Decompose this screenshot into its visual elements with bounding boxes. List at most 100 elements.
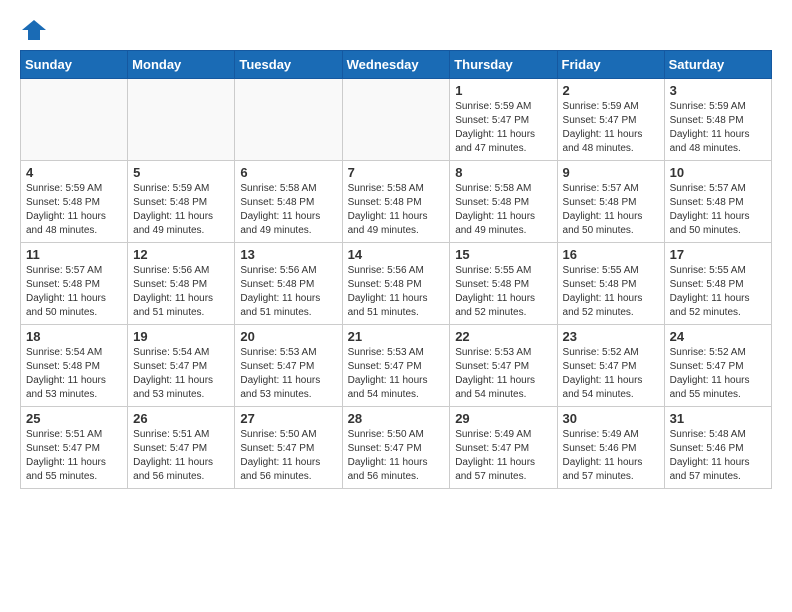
calendar-day-cell: 30 Sunrise: 5:49 AM Sunset: 5:46 PM Dayli… <box>557 407 664 489</box>
day-number: 18 <box>26 329 122 344</box>
day-number: 27 <box>240 411 336 426</box>
calendar-day-cell <box>128 79 235 161</box>
day-info: Sunrise: 5:57 AM Sunset: 5:48 PM Dayligh… <box>670 182 766 238</box>
day-info: Sunrise: 5:49 AM Sunset: 5:47 PM Dayligh… <box>455 428 551 484</box>
day-number: 1 <box>455 83 551 98</box>
day-number: 12 <box>133 247 229 262</box>
day-info: Sunrise: 5:56 AM Sunset: 5:48 PM Dayligh… <box>240 264 336 320</box>
day-info: Sunrise: 5:50 AM Sunset: 5:47 PM Dayligh… <box>348 428 445 484</box>
calendar-day-cell: 7 Sunrise: 5:58 AM Sunset: 5:48 PM Daylig… <box>342 161 450 243</box>
logo-icon <box>22 20 46 40</box>
calendar-day-cell <box>21 79 128 161</box>
day-info: Sunrise: 5:59 AM Sunset: 5:47 PM Dayligh… <box>455 100 551 156</box>
day-number: 16 <box>563 247 659 262</box>
calendar-day-cell <box>235 79 342 161</box>
page-header <box>20 20 772 40</box>
day-info: Sunrise: 5:54 AM Sunset: 5:48 PM Dayligh… <box>26 346 122 402</box>
calendar-day-cell: 6 Sunrise: 5:58 AM Sunset: 5:48 PM Daylig… <box>235 161 342 243</box>
calendar-day-cell: 9 Sunrise: 5:57 AM Sunset: 5:48 PM Daylig… <box>557 161 664 243</box>
calendar-header-row: SundayMondayTuesdayWednesdayThursdayFrid… <box>21 51 772 79</box>
day-info: Sunrise: 5:55 AM Sunset: 5:48 PM Dayligh… <box>455 264 551 320</box>
calendar-day-cell: 28 Sunrise: 5:50 AM Sunset: 5:47 PM Dayli… <box>342 407 450 489</box>
day-number: 13 <box>240 247 336 262</box>
day-info: Sunrise: 5:50 AM Sunset: 5:47 PM Dayligh… <box>240 428 336 484</box>
day-info: Sunrise: 5:51 AM Sunset: 5:47 PM Dayligh… <box>26 428 122 484</box>
day-of-week-header: Monday <box>128 51 235 79</box>
calendar-day-cell: 22Sunrise: 5:53 AM Sunset: 5:47 PM Dayli… <box>450 325 557 407</box>
day-info: Sunrise: 5:59 AM Sunset: 5:48 PM Dayligh… <box>670 100 766 156</box>
day-number: 14 <box>348 247 445 262</box>
calendar-day-cell: 2 Sunrise: 5:59 AM Sunset: 5:47 PM Daylig… <box>557 79 664 161</box>
calendar-week-row: 4 Sunrise: 5:59 AM Sunset: 5:48 PM Daylig… <box>21 161 772 243</box>
day-info: Sunrise: 5:54 AM Sunset: 5:47 PM Dayligh… <box>133 346 229 402</box>
day-of-week-header: Saturday <box>664 51 771 79</box>
calendar-day-cell: 11 Sunrise: 5:57 AM Sunset: 5:48 PM Dayli… <box>21 243 128 325</box>
calendar-day-cell: 13 Sunrise: 5:56 AM Sunset: 5:48 PM Dayli… <box>235 243 342 325</box>
day-info: Sunrise: 5:59 AM Sunset: 5:48 PM Dayligh… <box>133 182 229 238</box>
day-number: 3 <box>670 83 766 98</box>
calendar-day-cell: 8 Sunrise: 5:58 AM Sunset: 5:48 PM Daylig… <box>450 161 557 243</box>
day-info: Sunrise: 5:59 AM Sunset: 5:47 PM Dayligh… <box>563 100 659 156</box>
day-info: Sunrise: 5:58 AM Sunset: 5:48 PM Dayligh… <box>240 182 336 238</box>
day-number: 9 <box>563 165 659 180</box>
day-number: 17 <box>670 247 766 262</box>
calendar-day-cell: 31Sunrise: 5:48 AM Sunset: 5:46 PM Dayli… <box>664 407 771 489</box>
calendar-day-cell: 23Sunrise: 5:52 AM Sunset: 5:47 PM Dayli… <box>557 325 664 407</box>
day-number: 4 <box>26 165 122 180</box>
day-number: 24 <box>670 329 766 344</box>
day-info: Sunrise: 5:59 AM Sunset: 5:48 PM Dayligh… <box>26 182 122 238</box>
calendar-week-row: 11 Sunrise: 5:57 AM Sunset: 5:48 PM Dayli… <box>21 243 772 325</box>
calendar-day-cell: 24 Sunrise: 5:52 AM Sunset: 5:47 PM Dayli… <box>664 325 771 407</box>
day-number: 2 <box>563 83 659 98</box>
calendar-day-cell: 20 Sunrise: 5:53 AM Sunset: 5:47 PM Dayli… <box>235 325 342 407</box>
day-of-week-header: Thursday <box>450 51 557 79</box>
day-number: 22 <box>455 329 551 344</box>
day-info: Sunrise: 5:58 AM Sunset: 5:48 PM Dayligh… <box>455 182 551 238</box>
day-number: 28 <box>348 411 445 426</box>
day-info: Sunrise: 5:55 AM Sunset: 5:48 PM Dayligh… <box>563 264 659 320</box>
day-info: Sunrise: 5:57 AM Sunset: 5:48 PM Dayligh… <box>563 182 659 238</box>
calendar-day-cell: 15Sunrise: 5:55 AM Sunset: 5:48 PM Dayli… <box>450 243 557 325</box>
day-number: 20 <box>240 329 336 344</box>
day-info: Sunrise: 5:57 AM Sunset: 5:48 PM Dayligh… <box>26 264 122 320</box>
calendar-day-cell: 16 Sunrise: 5:55 AM Sunset: 5:48 PM Dayli… <box>557 243 664 325</box>
calendar-day-cell: 12Sunrise: 5:56 AM Sunset: 5:48 PM Dayli… <box>128 243 235 325</box>
calendar-week-row: 25 Sunrise: 5:51 AM Sunset: 5:47 PM Dayli… <box>21 407 772 489</box>
day-number: 29 <box>455 411 551 426</box>
day-info: Sunrise: 5:58 AM Sunset: 5:48 PM Dayligh… <box>348 182 445 238</box>
calendar-day-cell: 3 Sunrise: 5:59 AM Sunset: 5:48 PM Daylig… <box>664 79 771 161</box>
day-number: 8 <box>455 165 551 180</box>
calendar-day-cell: 1 Sunrise: 5:59 AM Sunset: 5:47 PM Daylig… <box>450 79 557 161</box>
day-number: 6 <box>240 165 336 180</box>
day-info: Sunrise: 5:56 AM Sunset: 5:48 PM Dayligh… <box>348 264 445 320</box>
day-number: 26 <box>133 411 229 426</box>
day-info: Sunrise: 5:49 AM Sunset: 5:46 PM Dayligh… <box>563 428 659 484</box>
day-number: 19 <box>133 329 229 344</box>
day-number: 25 <box>26 411 122 426</box>
day-info: Sunrise: 5:53 AM Sunset: 5:47 PM Dayligh… <box>348 346 445 402</box>
calendar-table: SundayMondayTuesdayWednesdayThursdayFrid… <box>20 50 772 489</box>
calendar-day-cell: 19 Sunrise: 5:54 AM Sunset: 5:47 PM Dayli… <box>128 325 235 407</box>
day-of-week-header: Sunday <box>21 51 128 79</box>
day-number: 30 <box>563 411 659 426</box>
day-info: Sunrise: 5:55 AM Sunset: 5:48 PM Dayligh… <box>670 264 766 320</box>
day-info: Sunrise: 5:52 AM Sunset: 5:47 PM Dayligh… <box>670 346 766 402</box>
calendar-day-cell: 26Sunrise: 5:51 AM Sunset: 5:47 PM Dayli… <box>128 407 235 489</box>
calendar-day-cell: 4 Sunrise: 5:59 AM Sunset: 5:48 PM Daylig… <box>21 161 128 243</box>
day-number: 7 <box>348 165 445 180</box>
day-number: 10 <box>670 165 766 180</box>
calendar-day-cell <box>342 79 450 161</box>
day-of-week-header: Wednesday <box>342 51 450 79</box>
day-of-week-header: Tuesday <box>235 51 342 79</box>
day-number: 11 <box>26 247 122 262</box>
calendar-day-cell: 27 Sunrise: 5:50 AM Sunset: 5:47 PM Dayli… <box>235 407 342 489</box>
calendar-day-cell: 25 Sunrise: 5:51 AM Sunset: 5:47 PM Dayli… <box>21 407 128 489</box>
calendar-week-row: 1 Sunrise: 5:59 AM Sunset: 5:47 PM Daylig… <box>21 79 772 161</box>
day-info: Sunrise: 5:53 AM Sunset: 5:47 PM Dayligh… <box>240 346 336 402</box>
calendar-day-cell: 21Sunrise: 5:53 AM Sunset: 5:47 PM Dayli… <box>342 325 450 407</box>
day-info: Sunrise: 5:52 AM Sunset: 5:47 PM Dayligh… <box>563 346 659 402</box>
day-info: Sunrise: 5:48 AM Sunset: 5:46 PM Dayligh… <box>670 428 766 484</box>
calendar-day-cell: 5Sunrise: 5:59 AM Sunset: 5:48 PM Daylig… <box>128 161 235 243</box>
day-of-week-header: Friday <box>557 51 664 79</box>
calendar-day-cell: 18 Sunrise: 5:54 AM Sunset: 5:48 PM Dayli… <box>21 325 128 407</box>
